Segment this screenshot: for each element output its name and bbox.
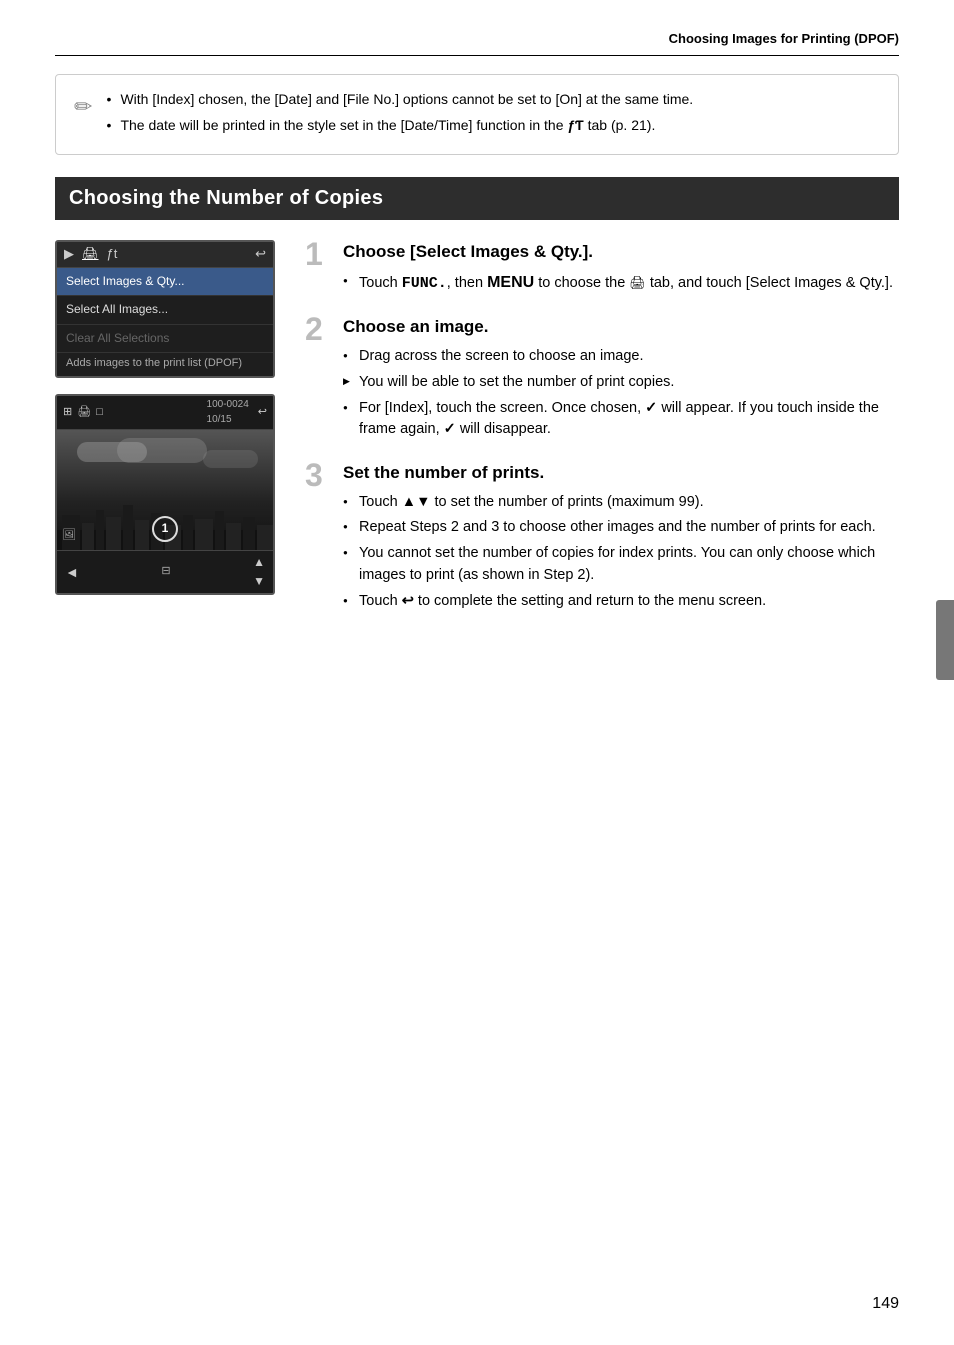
down-arrow-icon: ▼	[253, 573, 265, 590]
note-bullet-1: With [Index] chosen, the [Date] and [Fil…	[106, 89, 693, 111]
step-2-number: 2	[305, 313, 333, 345]
note-bullet-2: The date will be printed in the style se…	[106, 115, 693, 137]
menu-item-desc: Adds images to the print list (DPOF)	[57, 353, 273, 376]
step-1-title: Choose [Select Images & Qty.].	[343, 240, 899, 265]
play-icon: ▶	[64, 245, 74, 264]
step-1-bullets: Touch FUNC., then MENU to choose the 🖨 t…	[343, 271, 899, 296]
step-3-bullet-4: Touch ↩ to complete the setting and retu…	[343, 591, 899, 613]
right-column: 1 Choose [Select Images & Qty.]. Touch F…	[305, 240, 899, 632]
step-3-title: Set the number of prints.	[343, 461, 899, 486]
side-tab	[936, 600, 954, 680]
page-number: 149	[872, 1292, 899, 1315]
camera-topbar: ▶ 🖨 ƒt ↩	[57, 242, 273, 268]
thumbnail-icon: ⊟	[161, 564, 170, 580]
pencil-icon: ✏	[74, 91, 92, 123]
back-icon-image: ↩	[258, 405, 267, 421]
step-1-content: Choose [Select Images & Qty.]. Touch FUN…	[343, 240, 899, 299]
image-counter: 100-0024 10/15	[207, 398, 249, 427]
camera-menu-screen: ▶ 🖨 ƒt ↩ Select Images & Qty... Select A…	[55, 240, 275, 378]
grid-icon: ⊞	[63, 405, 72, 421]
section-heading: Choosing the Number of Copies	[55, 177, 899, 220]
step-2-bullet-2: You will be able to set the number of pr…	[343, 372, 899, 394]
back-arrow-icon: ↩	[255, 245, 266, 264]
note-content: With [Index] chosen, the [Date] and [Fil…	[106, 89, 693, 140]
step-3-bullet-1: Touch ▲▼ to set the number of prints (ma…	[343, 492, 899, 514]
camera-image-topbar: ⊞ 🖨 □ 100-0024 10/15 ↩	[57, 396, 273, 430]
step-2: 2 Choose an image. Drag across the scree…	[305, 315, 899, 445]
settings-icon: ƒt	[107, 245, 118, 264]
step-3-number: 3	[305, 459, 333, 491]
step-2-bullet-1: Drag across the screen to choose an imag…	[343, 346, 899, 368]
step-3: 3 Set the number of prints. Touch ▲▼ to …	[305, 461, 899, 616]
step-3-bullet-2: Repeat Steps 2 and 3 to choose other ima…	[343, 517, 899, 539]
main-content: ▶ 🖨 ƒt ↩ Select Images & Qty... Select A…	[55, 240, 899, 632]
print-icon-small: 🖨	[77, 405, 91, 421]
step-3-content: Set the number of prints. Touch ▲▼ to se…	[343, 461, 899, 616]
left-column: ▶ 🖨 ƒt ↩ Select Images & Qty... Select A…	[55, 240, 285, 632]
menu-item-clear: Clear All Selections	[57, 325, 273, 353]
menu-item-select-images: Select Images & Qty...	[57, 268, 273, 296]
up-arrow-icon: ▲	[253, 554, 265, 571]
print-tab-icon: 🖨	[82, 245, 99, 264]
camera-menu-list: Select Images & Qty... Select All Images…	[57, 268, 273, 376]
step-2-content: Choose an image. Drag across the screen …	[343, 315, 899, 445]
page-container: Choosing Images for Printing (DPOF) ✏ Wi…	[0, 0, 954, 1345]
camera-image-body: 1 🖼	[57, 430, 273, 550]
step-1-bullet-1: Touch FUNC., then MENU to choose the 🖨 t…	[343, 271, 899, 296]
camera-image-footer: ◄ ⊟ ▲ ▼	[57, 550, 273, 593]
step-2-bullet-3: For [Index], touch the screen. Once chos…	[343, 398, 899, 442]
prev-arrow-icon: ◄	[65, 562, 79, 582]
step-3-bullet-3: You cannot set the number of copies for …	[343, 543, 899, 587]
step-2-bullets: Drag across the screen to choose an imag…	[343, 346, 899, 441]
step-1: 1 Choose [Select Images & Qty.]. Touch F…	[305, 240, 899, 299]
note-box: ✏ With [Index] chosen, the [Date] and [F…	[55, 74, 899, 155]
step-1-number: 1	[305, 238, 333, 270]
header-title: Choosing Images for Printing (DPOF)	[669, 31, 899, 46]
page-header: Choosing Images for Printing (DPOF)	[55, 30, 899, 56]
single-icon: □	[96, 405, 103, 421]
step-2-title: Choose an image.	[343, 315, 899, 340]
camera-image-screen: ⊞ 🖨 □ 100-0024 10/15 ↩	[55, 394, 275, 595]
step-3-bullets: Touch ▲▼ to set the number of prints (ma…	[343, 492, 899, 613]
menu-item-select-all: Select All Images...	[57, 296, 273, 324]
